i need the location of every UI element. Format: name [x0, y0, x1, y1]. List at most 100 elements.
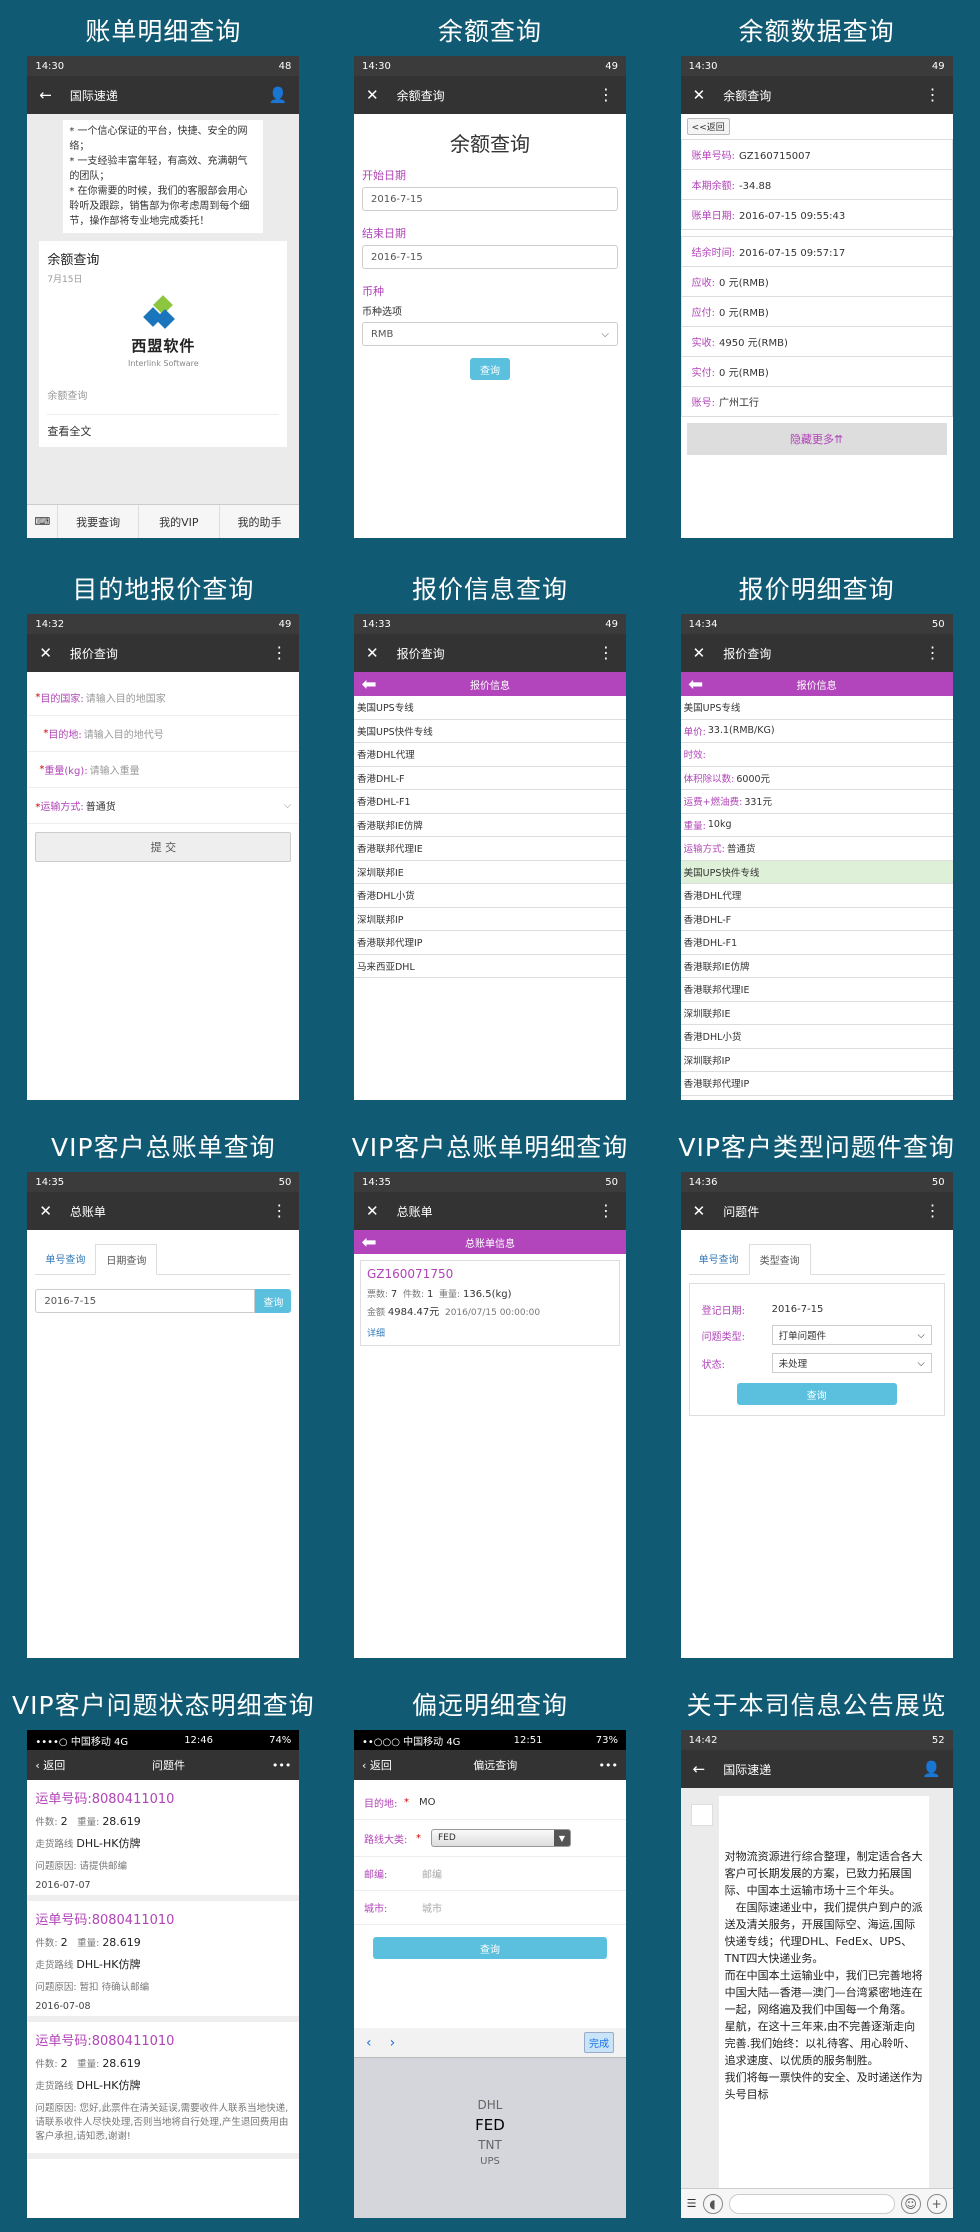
menu-my-assistant[interactable]: 我的助手: [218, 505, 300, 538]
route-item[interactable]: 香港DHL小货: [680, 1025, 953, 1049]
problem-item[interactable]: 运单号码:8080411010 件数: 2 重量: 28.619 走货路线 DHL-…: [27, 1780, 300, 1901]
problem-type-select[interactable]: 打单问题件 ⌵: [771, 1325, 932, 1345]
article-card[interactable]: 余额查询 7月15日 西盟软件 Interlink Software 余额查询 …: [39, 241, 288, 447]
route-item[interactable]: 深圳联邦IE: [353, 861, 626, 884]
more-icon[interactable]: ⋮: [271, 645, 287, 661]
menu-icon[interactable]: ☰: [687, 2197, 697, 2210]
keyboard-icon[interactable]: ⌨: [27, 505, 57, 538]
more-icon[interactable]: ⋮: [598, 1203, 614, 1219]
route-item[interactable]: 美国UPS快件专线: [680, 860, 953, 884]
add-icon[interactable]: +: [926, 2193, 947, 2214]
back-arrow-icon[interactable]: ⬅: [681, 674, 711, 695]
tab-order-number[interactable]: 单号查询: [689, 1244, 749, 1274]
back-arrow-icon[interactable]: ⬅: [354, 1232, 384, 1253]
start-date-input[interactable]: 2016-7-15: [361, 187, 618, 211]
done-button[interactable]: 完成: [583, 2032, 614, 2053]
zip-input[interactable]: 邮编: [422, 1866, 442, 1881]
bill-number[interactable]: GZ160071750: [367, 1267, 613, 1281]
destination-value[interactable]: MO: [419, 1797, 436, 1808]
close-icon[interactable]: ✕: [693, 87, 706, 103]
back-button[interactable]: <<返回: [686, 118, 730, 135]
route-item[interactable]: 香港DHL代理: [353, 743, 626, 767]
route-item[interactable]: 香港DHL-F1: [680, 931, 953, 955]
emoji-icon[interactable]: ☺: [900, 2193, 921, 2214]
route-item[interactable]: 美国UPS快件专线: [353, 720, 626, 743]
more-icon[interactable]: ⋮: [598, 87, 614, 103]
route-select[interactable]: FED ▼: [430, 1829, 571, 1847]
route-item[interactable]: 美国UPS专线: [353, 696, 626, 720]
menu-my-vip[interactable]: 我的VIP: [138, 505, 219, 538]
query-button[interactable]: 查询: [255, 1289, 292, 1313]
message-input[interactable]: [728, 2193, 895, 2214]
route-item[interactable]: 香港DHL-F: [680, 908, 953, 931]
close-icon[interactable]: ✕: [366, 1203, 379, 1219]
close-icon[interactable]: ✕: [39, 645, 52, 661]
next-arrow-icon[interactable]: ›: [390, 2035, 396, 2051]
picker-option[interactable]: DHL: [478, 2098, 503, 2112]
route-item[interactable]: 香港联邦代理IE: [353, 837, 626, 861]
tab-order-number[interactable]: 单号查询: [35, 1244, 95, 1274]
date-input[interactable]: 2016-7-15: [35, 1289, 256, 1313]
problem-item[interactable]: 运单号码:8080411010 件数: 2 重量: 28.619 走货路线 DHL-…: [27, 2022, 300, 2159]
close-icon[interactable]: ✕: [366, 87, 379, 103]
detail-link[interactable]: 详细: [367, 1326, 613, 1339]
picker-option[interactable]: TNT: [478, 2138, 502, 2152]
picker-option[interactable]: UPS: [480, 2156, 500, 2167]
route-item[interactable]: 马来西亚DHL: [353, 955, 626, 978]
hide-more-button[interactable]: 隐藏更多⇈: [686, 423, 947, 455]
currency-select[interactable]: RMB ⌵: [361, 322, 618, 346]
field-placeholder[interactable]: 请输入目的地国家: [86, 690, 166, 705]
more-icon[interactable]: ⋮: [271, 1203, 287, 1219]
more-icon[interactable]: •••: [272, 1759, 291, 1772]
route-item[interactable]: 香港联邦IE仿牌: [680, 955, 953, 978]
form-row[interactable]: * 目的地: 请输入目的地代号: [27, 716, 300, 752]
read-all-link[interactable]: 查看全文: [47, 414, 280, 439]
submit-button[interactable]: 提 交: [35, 832, 292, 862]
form-row[interactable]: * 目的国家: 请输入目的地国家: [27, 680, 300, 716]
prev-arrow-icon[interactable]: ‹: [366, 2035, 372, 2051]
menu-my-query[interactable]: 我要查询: [57, 505, 138, 538]
voice-icon[interactable]: ◖: [702, 2193, 723, 2214]
end-date-input[interactable]: 2016-7-15: [361, 245, 618, 269]
route-item[interactable]: 马来西亚DHL: [681, 1096, 953, 1101]
route-item[interactable]: 香港DHL代理: [680, 884, 953, 908]
field-placeholder[interactable]: 请输入重量: [90, 762, 140, 777]
route-item[interactable]: 香港DHL-F: [353, 767, 626, 790]
route-item[interactable]: 香港联邦代理IP: [353, 931, 626, 955]
form-row[interactable]: * 重量(kg): 请输入重量: [27, 752, 300, 788]
waybill-number[interactable]: 运单号码:8080411010: [35, 2030, 291, 2049]
close-icon[interactable]: ✕: [366, 645, 379, 661]
city-input[interactable]: 城市: [422, 1900, 442, 1915]
more-icon[interactable]: ⋮: [598, 645, 614, 661]
waybill-number[interactable]: 运单号码:8080411010: [35, 1788, 291, 1807]
back-arrow-icon[interactable]: ←: [693, 1761, 706, 1777]
more-icon[interactable]: •••: [599, 1759, 618, 1772]
query-button[interactable]: 查询: [469, 358, 510, 380]
query-button[interactable]: 查询: [372, 1937, 607, 1959]
more-icon[interactable]: ⋮: [925, 645, 941, 661]
problem-item[interactable]: 运单号码:8080411010 件数: 2 重量: 28.619 走货路线 DHL-…: [27, 1901, 300, 2022]
more-icon[interactable]: ⋮: [925, 87, 941, 103]
reg-date-value[interactable]: 2016-7-15: [772, 1304, 824, 1315]
profile-icon[interactable]: 👤: [922, 1761, 941, 1777]
route-item[interactable]: 深圳联邦IP: [353, 908, 626, 931]
route-item[interactable]: 香港联邦代理IE: [680, 978, 953, 1002]
profile-icon[interactable]: 👤: [269, 87, 288, 103]
route-item[interactable]: 香港DHL-F1: [353, 790, 626, 814]
field-placeholder[interactable]: 请输入目的地代号: [84, 726, 164, 741]
status-select[interactable]: 未处理 ⌵: [771, 1353, 932, 1373]
shipping-method-select[interactable]: *运输方式: 普通货 ⌵: [27, 788, 300, 824]
close-icon[interactable]: ✕: [39, 1203, 52, 1219]
back-button[interactable]: ‹ 返回: [362, 1757, 392, 1773]
more-icon[interactable]: ⋮: [925, 1203, 941, 1219]
back-arrow-icon[interactable]: ⬅: [354, 674, 384, 695]
route-item[interactable]: 香港DHL小货: [353, 884, 626, 908]
route-item[interactable]: 香港联邦代理IP: [680, 1072, 953, 1096]
tab-date[interactable]: 日期查询: [95, 1244, 158, 1275]
back-arrow-icon[interactable]: ←: [39, 87, 52, 103]
route-item[interactable]: 深圳联邦IE: [680, 1002, 953, 1025]
query-button[interactable]: 查询: [736, 1383, 897, 1405]
picker-option-selected[interactable]: FED: [475, 2116, 505, 2134]
tab-type[interactable]: 类型查询: [748, 1244, 811, 1275]
waybill-number[interactable]: 运单号码:8080411010: [35, 1909, 291, 1928]
